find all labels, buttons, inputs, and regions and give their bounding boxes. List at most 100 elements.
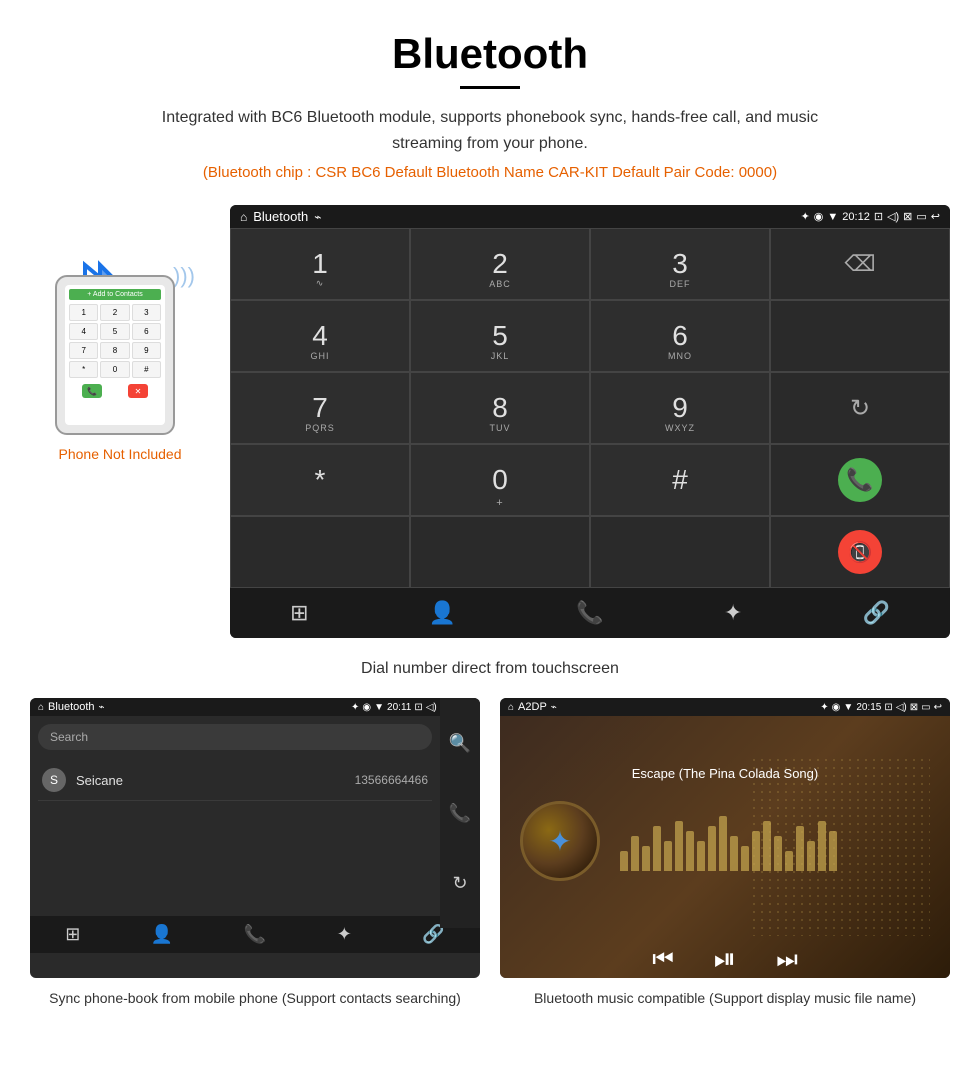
dial-backspace-cell[interactable]: ⌫ [770, 228, 950, 300]
end-call-button[interactable]: 📵 [838, 530, 882, 574]
phone-screen-header: + Add to Contacts [69, 289, 161, 300]
dial-caption: Dial number direct from touchscreen [0, 648, 980, 698]
nav-bluetooth-icon[interactable]: ✦ [724, 600, 742, 626]
dial-key-0[interactable]: 0 + [410, 444, 590, 516]
pb-bottom-nav: ⊞ 👤 📞 ✦ 🔗 [30, 916, 480, 953]
signal-icon: ▼ [827, 211, 838, 223]
music-close-icon[interactable]: ⊠ [910, 702, 918, 713]
dial-refresh-cell[interactable]: ↻ [770, 372, 950, 444]
pb-nav-phone-icon[interactable]: 📞 [244, 924, 266, 945]
album-bluetooth-icon: ✦ [548, 825, 571, 858]
phone-section: ))) + Add to Contacts 1 2 [30, 205, 210, 465]
nav-contacts-icon[interactable]: 👤 [429, 600, 456, 626]
visualizer-bar [829, 831, 837, 871]
phone-end-button: ✕ [128, 384, 148, 398]
back-icon[interactable]: ↩ [931, 210, 940, 223]
phonebook-screen: ⌂ Bluetooth ⌁ ✦ ◉ ▼ 20:11 ⊡ ◁) ⊠ ▭ ↩ [30, 698, 480, 978]
phone-call-button: 📞 [82, 384, 102, 398]
visualizer-bar [763, 821, 771, 871]
music-title: A2DP [518, 701, 547, 713]
title-divider [460, 86, 520, 89]
contact-row[interactable]: S Seicane 13566664466 [38, 760, 432, 801]
page-description: Integrated with BC6 Bluetooth module, su… [140, 105, 840, 156]
music-song-title: Escape (The Pina Colada Song) [612, 716, 838, 801]
camera-icon[interactable]: ⊡ [874, 210, 883, 223]
nav-phone-icon[interactable]: 📞 [576, 600, 603, 626]
home-icon[interactable]: ⌂ [240, 210, 247, 224]
visualizer-bar [807, 841, 815, 871]
visualizer-bar [785, 851, 793, 871]
refresh-icon: ↻ [850, 394, 870, 423]
prev-track-button[interactable]: ⏮ [652, 946, 674, 974]
pb-nav-contacts-icon[interactable]: 👤 [151, 924, 173, 945]
status-title: Bluetooth [253, 209, 308, 224]
pb-time: 20:11 [387, 702, 411, 713]
pb-usb-icon: ⌁ [99, 702, 105, 713]
play-pause-button[interactable]: ⏯ [714, 943, 736, 976]
pb-camera-icon[interactable]: ⊡ [414, 702, 422, 713]
dial-key-6[interactable]: 6 MNO [590, 300, 770, 372]
window-icon[interactable]: ▭ [916, 210, 926, 223]
pb-search-icon[interactable]: 🔍 [449, 733, 471, 754]
pb-nav-grid-icon[interactable]: ⊞ [65, 924, 80, 945]
dial-key-7[interactable]: 7 PQRS [230, 372, 410, 444]
dial-key-9[interactable]: 9 WXYZ [590, 372, 770, 444]
music-content: Escape (The Pina Colada Song) ✦ ⏮ ⏯ ⏭ [500, 716, 950, 978]
visualizer-bar [741, 846, 749, 871]
music-back-icon[interactable]: ↩ [934, 702, 942, 713]
contact-name: Seicane [76, 773, 355, 788]
nav-link-icon[interactable]: 🔗 [862, 600, 889, 626]
music-usb-icon: ⌁ [551, 702, 557, 713]
dial-key-hash[interactable]: # [590, 444, 770, 516]
pb-call-icon[interactable]: 📞 [449, 803, 471, 824]
call-button[interactable]: 📞 [838, 458, 882, 502]
pb-signal-icon: ▼ [374, 702, 384, 713]
pb-home-icon[interactable]: ⌂ [38, 702, 44, 713]
volume-icon[interactable]: ◁) [887, 210, 899, 223]
page-title: Bluetooth [20, 30, 960, 78]
phone-bottom-bar: 📞 ✕ [69, 384, 161, 398]
music-window-icon[interactable]: ▭ [921, 702, 930, 713]
dial-end-call-cell[interactable]: 📵 [770, 516, 950, 588]
visualizer-bar [774, 836, 782, 871]
pb-nav-bluetooth-icon[interactable]: ✦ [337, 924, 352, 945]
music-caption: Bluetooth music compatible (Support disp… [500, 978, 950, 1009]
visualizer-bar [708, 826, 716, 871]
visualizer-bar [730, 836, 738, 871]
dial-key-4[interactable]: 4 GHI [230, 300, 410, 372]
dial-call-green-cell[interactable]: 📞 [770, 444, 950, 516]
music-item: ⌂ A2DP ⌁ ✦ ◉ ▼ 20:15 ⊡ ◁) ⊠ ▭ ↩ [500, 698, 950, 1009]
phonebook-caption: Sync phone-book from mobile phone (Suppo… [30, 978, 480, 1009]
dial-key-8[interactable]: 8 TUV [410, 372, 590, 444]
music-volume-icon[interactable]: ◁) [896, 702, 907, 713]
phone-screen: + Add to Contacts 1 2 3 4 5 6 7 8 9 * [65, 285, 165, 425]
dial-key-2[interactable]: 2 ABC [410, 228, 590, 300]
pb-title: Bluetooth [48, 701, 94, 713]
page-header: Bluetooth Integrated with BC6 Bluetooth … [0, 0, 980, 195]
dial-key-1[interactable]: 1 ∿ [230, 228, 410, 300]
dial-key-star[interactable]: * [230, 444, 410, 516]
music-camera-icon[interactable]: ⊡ [884, 702, 892, 713]
phonebook-main: Search S Seicane 13566664466 [30, 716, 440, 916]
phone-label: Phone Not Included [30, 445, 210, 465]
close-icon[interactable]: ⊠ [903, 210, 912, 223]
visualizer-bar [664, 841, 672, 871]
visualizer-bar [631, 836, 639, 871]
next-track-button[interactable]: ⏭ [776, 946, 798, 974]
nav-grid-icon[interactable]: ⊞ [290, 600, 308, 626]
main-content: ))) + Add to Contacts 1 2 [0, 195, 980, 648]
visualizer-bar [697, 841, 705, 871]
pb-volume-icon[interactable]: ◁) [426, 702, 437, 713]
dial-keypad-grid: 1 ∿ 2 ABC 3 DEF ⌫ 4 GHI 5 JKL [230, 228, 950, 588]
music-controls: ⏮ ⏯ ⏭ [652, 923, 798, 978]
bluetooth-status-icon: ✦ [801, 210, 810, 223]
music-home-icon[interactable]: ⌂ [508, 702, 514, 713]
phonebook-item: ⌂ Bluetooth ⌁ ✦ ◉ ▼ 20:11 ⊡ ◁) ⊠ ▭ ↩ [30, 698, 480, 1009]
page-specs: (Bluetooth chip : CSR BC6 Default Blueto… [20, 164, 960, 181]
dial-key-5[interactable]: 5 JKL [410, 300, 590, 372]
search-bar[interactable]: Search [38, 724, 432, 750]
dial-key-3[interactable]: 3 DEF [590, 228, 770, 300]
visualizer-bar [752, 831, 760, 871]
pb-refresh-icon[interactable]: ↻ [452, 873, 467, 894]
contact-avatar: S [42, 768, 66, 792]
